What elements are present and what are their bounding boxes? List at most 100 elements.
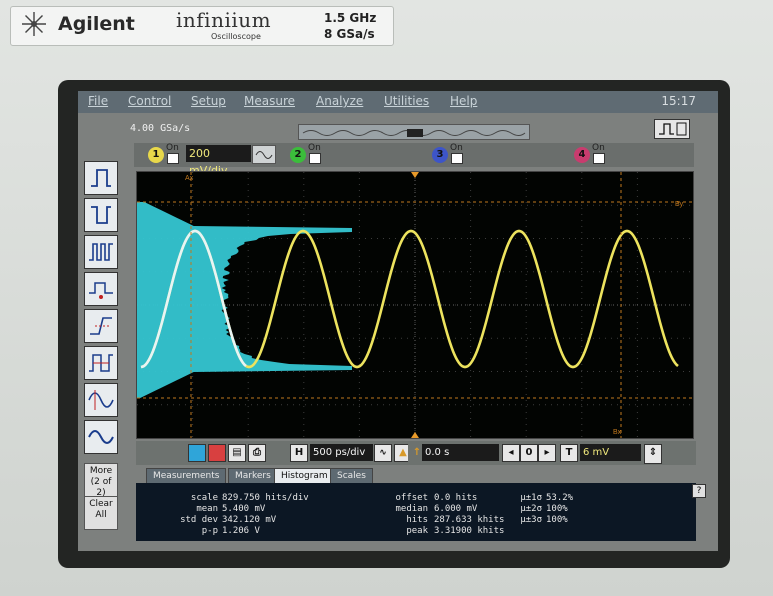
menu-help[interactable]: Help [450,94,477,108]
rise-time-icon [85,310,117,342]
trigger-time-marker [411,172,419,178]
marker-by-label: By [675,201,684,208]
channel-4-checkbox[interactable] [593,153,605,164]
marker-bx-label: Bx [613,429,622,436]
menu-utilities[interactable]: Utilities [384,94,429,108]
clear-label: Clear [85,499,117,510]
clock: 15:17 [661,94,696,108]
channel-1-scale[interactable]: 200 mV/div [186,145,251,162]
delay-zero-button[interactable]: 0 [520,444,538,462]
hist-value-1-2: 342.120 mV [222,515,276,525]
product-name: infiniium [176,8,271,32]
channel-2-on-label: On [308,143,321,153]
hist-label-1-2: std dev [180,515,218,525]
trigger-level-field[interactable]: 6 mV [580,444,641,461]
menu-file[interactable]: File [88,94,108,108]
stop-mode-button[interactable] [208,444,226,462]
waveform-display[interactable]: Ax Bx By [136,171,694,439]
channel-1-indicator[interactable]: 1 [148,147,164,163]
marker-ax-label: Ax [185,175,194,182]
channel-4-indicator[interactable]: 4 [574,147,590,163]
brand-name: Agilent [58,13,135,35]
falling-edge-tool-button[interactable] [84,198,118,232]
channel-4-on-label: On [592,143,605,153]
delay-measure-tool-button[interactable] [84,272,118,306]
hist-value-3-2: 100% [546,515,568,525]
trigger-level-stepper[interactable]: ⇕ [644,444,662,464]
channel-2-indicator[interactable]: 2 [290,147,306,163]
hist-value-2-0: 0.0 hits [434,493,477,503]
hist-label-1-1: mean [196,504,218,514]
waveform-preview-icon [299,126,529,140]
pulse-train-tool-button[interactable] [84,235,118,269]
print-icon[interactable]: ⎙ [248,444,266,462]
delay-right-button[interactable]: ▸ [538,444,556,462]
hist-value-2-1: 6.000 mV [434,504,477,514]
menu-setup[interactable]: Setup [191,94,226,108]
scope-screen: File Control Setup Measure Analyze Utili… [78,91,718,551]
hist-label-1-0: scale [191,493,218,503]
rise-time-tool-button[interactable] [84,309,118,343]
falling-pulse-icon [85,199,117,231]
menu-analyze[interactable]: Analyze [316,94,363,108]
channel-1-checkbox[interactable] [167,153,179,164]
all-label: All [85,510,117,521]
sample-rate-readout: 4.00 GSa/s [130,123,190,134]
hist-label-3-1: μ±2σ [520,504,542,514]
bandwidth-spec: 1.5 GHz [324,11,376,25]
menu-measure[interactable]: Measure [244,94,295,108]
menu-control[interactable]: Control [128,94,171,108]
timebase-scale-field[interactable]: 500 ps/div [310,444,373,461]
run-mode-button[interactable] [188,444,206,462]
sine-mode-icon[interactable]: ∿ [374,444,392,462]
hist-value-3-0: 53.2% [546,493,573,503]
more-button[interactable]: More (2 of 2) [84,463,118,497]
channel-3-checkbox[interactable] [451,153,463,164]
hist-value-3-1: 100% [546,504,568,514]
display-mode-toggle[interactable] [654,119,690,139]
histogram-bars [137,202,352,398]
hist-label-2-0: offset [395,493,428,503]
trigger-label: T [560,444,578,462]
sample-rate-spec: 8 GSa/s [324,27,375,41]
period-icon [85,347,117,379]
agilent-spark-logo [20,10,48,38]
amplitude-tool-button[interactable] [84,383,118,417]
horizontal-delay-field[interactable]: 0.0 s [422,444,499,461]
pulse-icon [655,120,689,138]
sine-wave-icon [85,421,117,453]
zoom-bar[interactable] [298,124,530,140]
channel-2-checkbox[interactable] [309,153,321,164]
rising-pulse-icon [85,162,117,194]
hist-label-3-0: μ±1σ [520,493,542,503]
hist-label-3-2: μ±3σ [520,515,542,525]
channel-3-on-label: On [450,143,463,153]
sine-icon [253,146,275,163]
clear-all-button[interactable]: Clear All [84,496,118,530]
hist-label-1-3: p-p [202,526,218,536]
period-tool-button[interactable] [84,346,118,380]
hist-label-2-3: peak [406,526,428,536]
pulse-train-icon [85,236,117,268]
save-icon[interactable]: ▤ [228,444,246,462]
hist-label-2-2: hits [406,515,428,525]
waveform-plot: Ax Bx By [137,172,693,438]
channel-1-settings-button[interactable] [252,145,276,164]
sine-tool-button[interactable] [84,420,118,454]
trigger-time-marker-bottom [411,432,419,438]
delay-left-button[interactable]: ◂ [502,444,520,462]
horizontal-label: H [290,444,308,462]
menu-bar: File Control Setup Measure Analyze Utili… [78,91,718,113]
hist-value-2-2: 287.633 khits [434,515,504,525]
hist-value-2-3: 3.31900 khits [434,526,504,536]
more-label: More [85,466,117,477]
delay-icon [85,273,117,305]
rising-edge-tool-button[interactable] [84,161,118,195]
hist-label-2-1: median [395,504,428,514]
channel-1-on-label: On [166,143,179,153]
channel-3-indicator[interactable]: 3 [432,147,448,163]
help-button[interactable]: ? [692,484,706,498]
hist-value-1-1: 5.400 mV [222,504,265,514]
hist-value-1-3: 1.206 V [222,526,260,536]
hist-value-1-0: 829.750 hits/div [222,493,309,503]
